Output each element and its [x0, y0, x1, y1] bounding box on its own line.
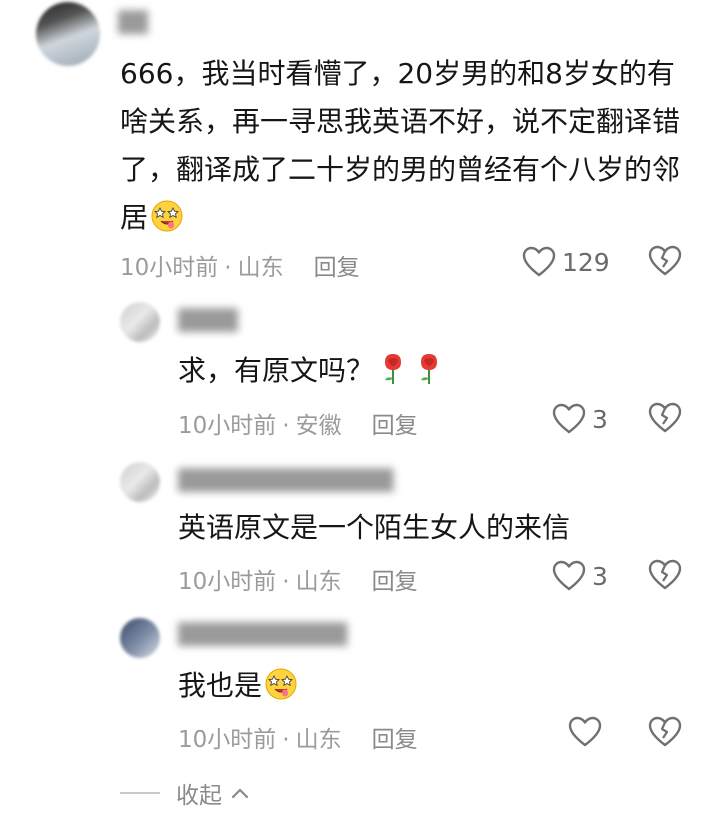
- username-blurred[interactable]: ███████████: [178, 622, 368, 646]
- collapse-label: 收起: [176, 783, 222, 809]
- comment-text-content: 英语原文是一个陌生女人的来信: [178, 511, 571, 544]
- like-count: 3: [592, 404, 608, 434]
- avatar[interactable]: [120, 618, 160, 658]
- divider-line: [120, 792, 160, 794]
- collapse-replies-button[interactable]: 收起: [120, 776, 250, 810]
- dislike-button[interactable]: [648, 559, 682, 591]
- broken-heart-icon: [648, 559, 682, 590]
- avatar[interactable]: [120, 302, 160, 342]
- broken-heart-icon: [648, 716, 682, 747]
- username-blurred[interactable]: █████: [178, 308, 238, 332]
- heart-icon: [522, 246, 556, 277]
- reply-button[interactable]: 回复: [372, 569, 418, 595]
- dislike-button[interactable]: [648, 402, 682, 434]
- comment-meta: 10小时前 · 安徽 回复: [178, 406, 418, 440]
- drooling-star-eyes-emoji-icon: [265, 668, 297, 700]
- comment-text-content: 666，我当时看懵了，20岁男的和8岁女的有啥关系，再一寻思我英语不好，说不定翻…: [120, 57, 681, 234]
- heart-icon: [568, 716, 602, 747]
- rose-icon: [385, 354, 402, 384]
- comment-meta: 10小时前 · 山东 回复: [178, 720, 418, 754]
- comment-meta: 10小时前 · 山东 回复: [120, 248, 360, 282]
- comment-time: 10小时前: [178, 569, 277, 595]
- rose-icon: [421, 354, 438, 384]
- reply-button[interactable]: 回复: [372, 727, 418, 753]
- avatar[interactable]: [36, 2, 100, 66]
- heart-icon: [552, 560, 586, 591]
- meta-separator: ·: [282, 727, 290, 753]
- comment-text-content: 我也是: [178, 669, 263, 702]
- comment-time: 10小时前: [120, 255, 219, 281]
- heart-icon: [552, 403, 586, 434]
- comment-location: 山东: [237, 255, 284, 281]
- like-button[interactable]: 129: [522, 246, 610, 278]
- comment-text: 我也是: [178, 662, 298, 710]
- drooling-star-eyes-emoji-icon: [151, 200, 183, 232]
- meta-separator: ·: [282, 569, 290, 595]
- comment-location: 山东: [295, 727, 342, 753]
- comment-text: 英语原文是一个陌生女人的来信: [178, 504, 570, 552]
- username-blurred[interactable]: ████: [118, 10, 148, 34]
- comment-text-content: 求，有原文吗？: [178, 354, 375, 387]
- reply-button[interactable]: 回复: [372, 413, 418, 439]
- like-button[interactable]: [568, 716, 602, 748]
- like-count: 3: [592, 561, 608, 591]
- reply-button[interactable]: 回复: [314, 255, 360, 281]
- comment-text: 666，我当时看懵了，20岁男的和8岁女的有啥关系，再一寻思我英语不好，说不定翻…: [120, 50, 680, 242]
- broken-heart-icon: [648, 402, 682, 433]
- comment-meta: 10小时前 · 山东 回复: [178, 562, 418, 596]
- comment-location: 山东: [295, 569, 342, 595]
- meta-separator: ·: [224, 255, 232, 281]
- comment-location: 安徽: [295, 413, 342, 439]
- dislike-button[interactable]: [648, 245, 682, 277]
- comment-text: 求，有原文吗？: [178, 347, 446, 395]
- username-blurred[interactable]: ██████████████: [178, 468, 408, 492]
- broken-heart-icon: [648, 245, 682, 276]
- meta-separator: ·: [282, 413, 290, 439]
- chevron-up-icon: [231, 788, 249, 799]
- avatar[interactable]: [120, 462, 160, 502]
- like-count: 129: [562, 247, 610, 277]
- like-button[interactable]: 3: [552, 560, 608, 592]
- comment-time: 10小时前: [178, 413, 277, 439]
- dislike-button[interactable]: [648, 716, 682, 748]
- like-button[interactable]: 3: [552, 403, 608, 435]
- comment-time: 10小时前: [178, 727, 277, 753]
